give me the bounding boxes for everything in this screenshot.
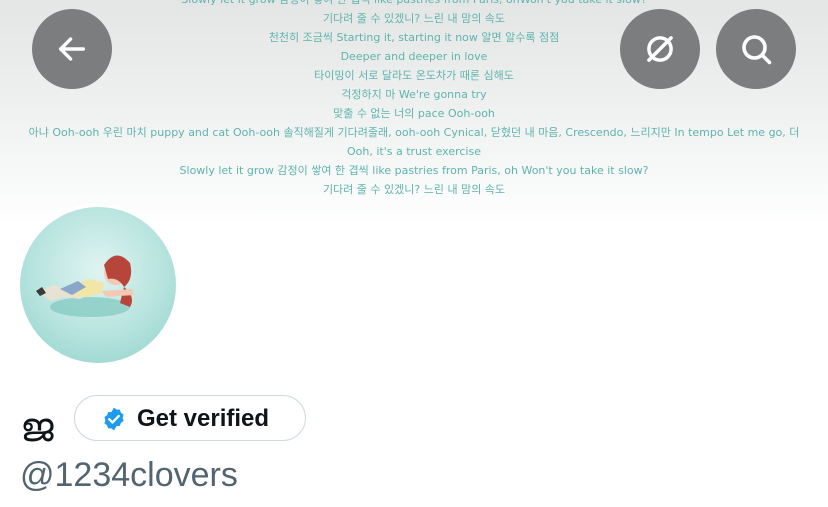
lyric-line: 맞출 수 없는 너의 pace Ooh-ooh xyxy=(333,107,495,120)
profile-handle: @1234clovers xyxy=(20,456,238,494)
lyric-line: 걱정하지 마 We're gonna try xyxy=(341,88,487,101)
profile-banner[interactable]: Slowly let it grow 감정이 쌓여 한 겹씩 like past… xyxy=(0,0,828,225)
search-button[interactable] xyxy=(716,9,796,89)
lyric-line: 기다려 줄 수 있겠니? 느린 내 맘의 속도 xyxy=(322,12,506,25)
crossed-circle-icon xyxy=(647,36,673,62)
avatar[interactable] xyxy=(17,204,179,366)
lyric-line: Deeper and deeper in love xyxy=(340,50,488,63)
get-verified-label: Get verified xyxy=(137,405,270,432)
avatar-photo xyxy=(20,207,176,363)
lyric-line: 천천히 조금씩 Starting it, starting it now 알면 … xyxy=(268,31,560,44)
search-icon xyxy=(742,35,772,65)
get-verified-button[interactable]: Get verified xyxy=(74,395,306,441)
link-off-button[interactable] xyxy=(620,9,700,89)
lyric-line: 타이밍이 서로 달라도 온도차가 때론 심해도 xyxy=(314,69,514,82)
banner-lyrics: Slowly let it grow 감정이 쌓여 한 겹씩 like past… xyxy=(0,0,828,199)
lyric-line: Slowly let it grow 감정이 쌓여 한 겹씩 like past… xyxy=(179,164,649,177)
lyric-line: 아냐 Ooh-ooh 우린 마치 puppy and cat Ooh-ooh 솔… xyxy=(28,126,800,139)
avatar-illustration xyxy=(36,255,134,317)
verified-badge-icon xyxy=(104,407,124,431)
lyric-line: 기다려 줄 수 있겠니? 느린 내 맘의 속도 xyxy=(322,183,506,196)
lyric-line: Slowly let it grow 감정이 쌓여 한 겹씩 like past… xyxy=(0,0,828,9)
lyric-line: Ooh, it's a trust exercise xyxy=(347,145,481,158)
arrow-left-icon xyxy=(58,37,86,61)
profile-name: ജ xyxy=(20,405,54,451)
back-button[interactable] xyxy=(32,9,112,89)
